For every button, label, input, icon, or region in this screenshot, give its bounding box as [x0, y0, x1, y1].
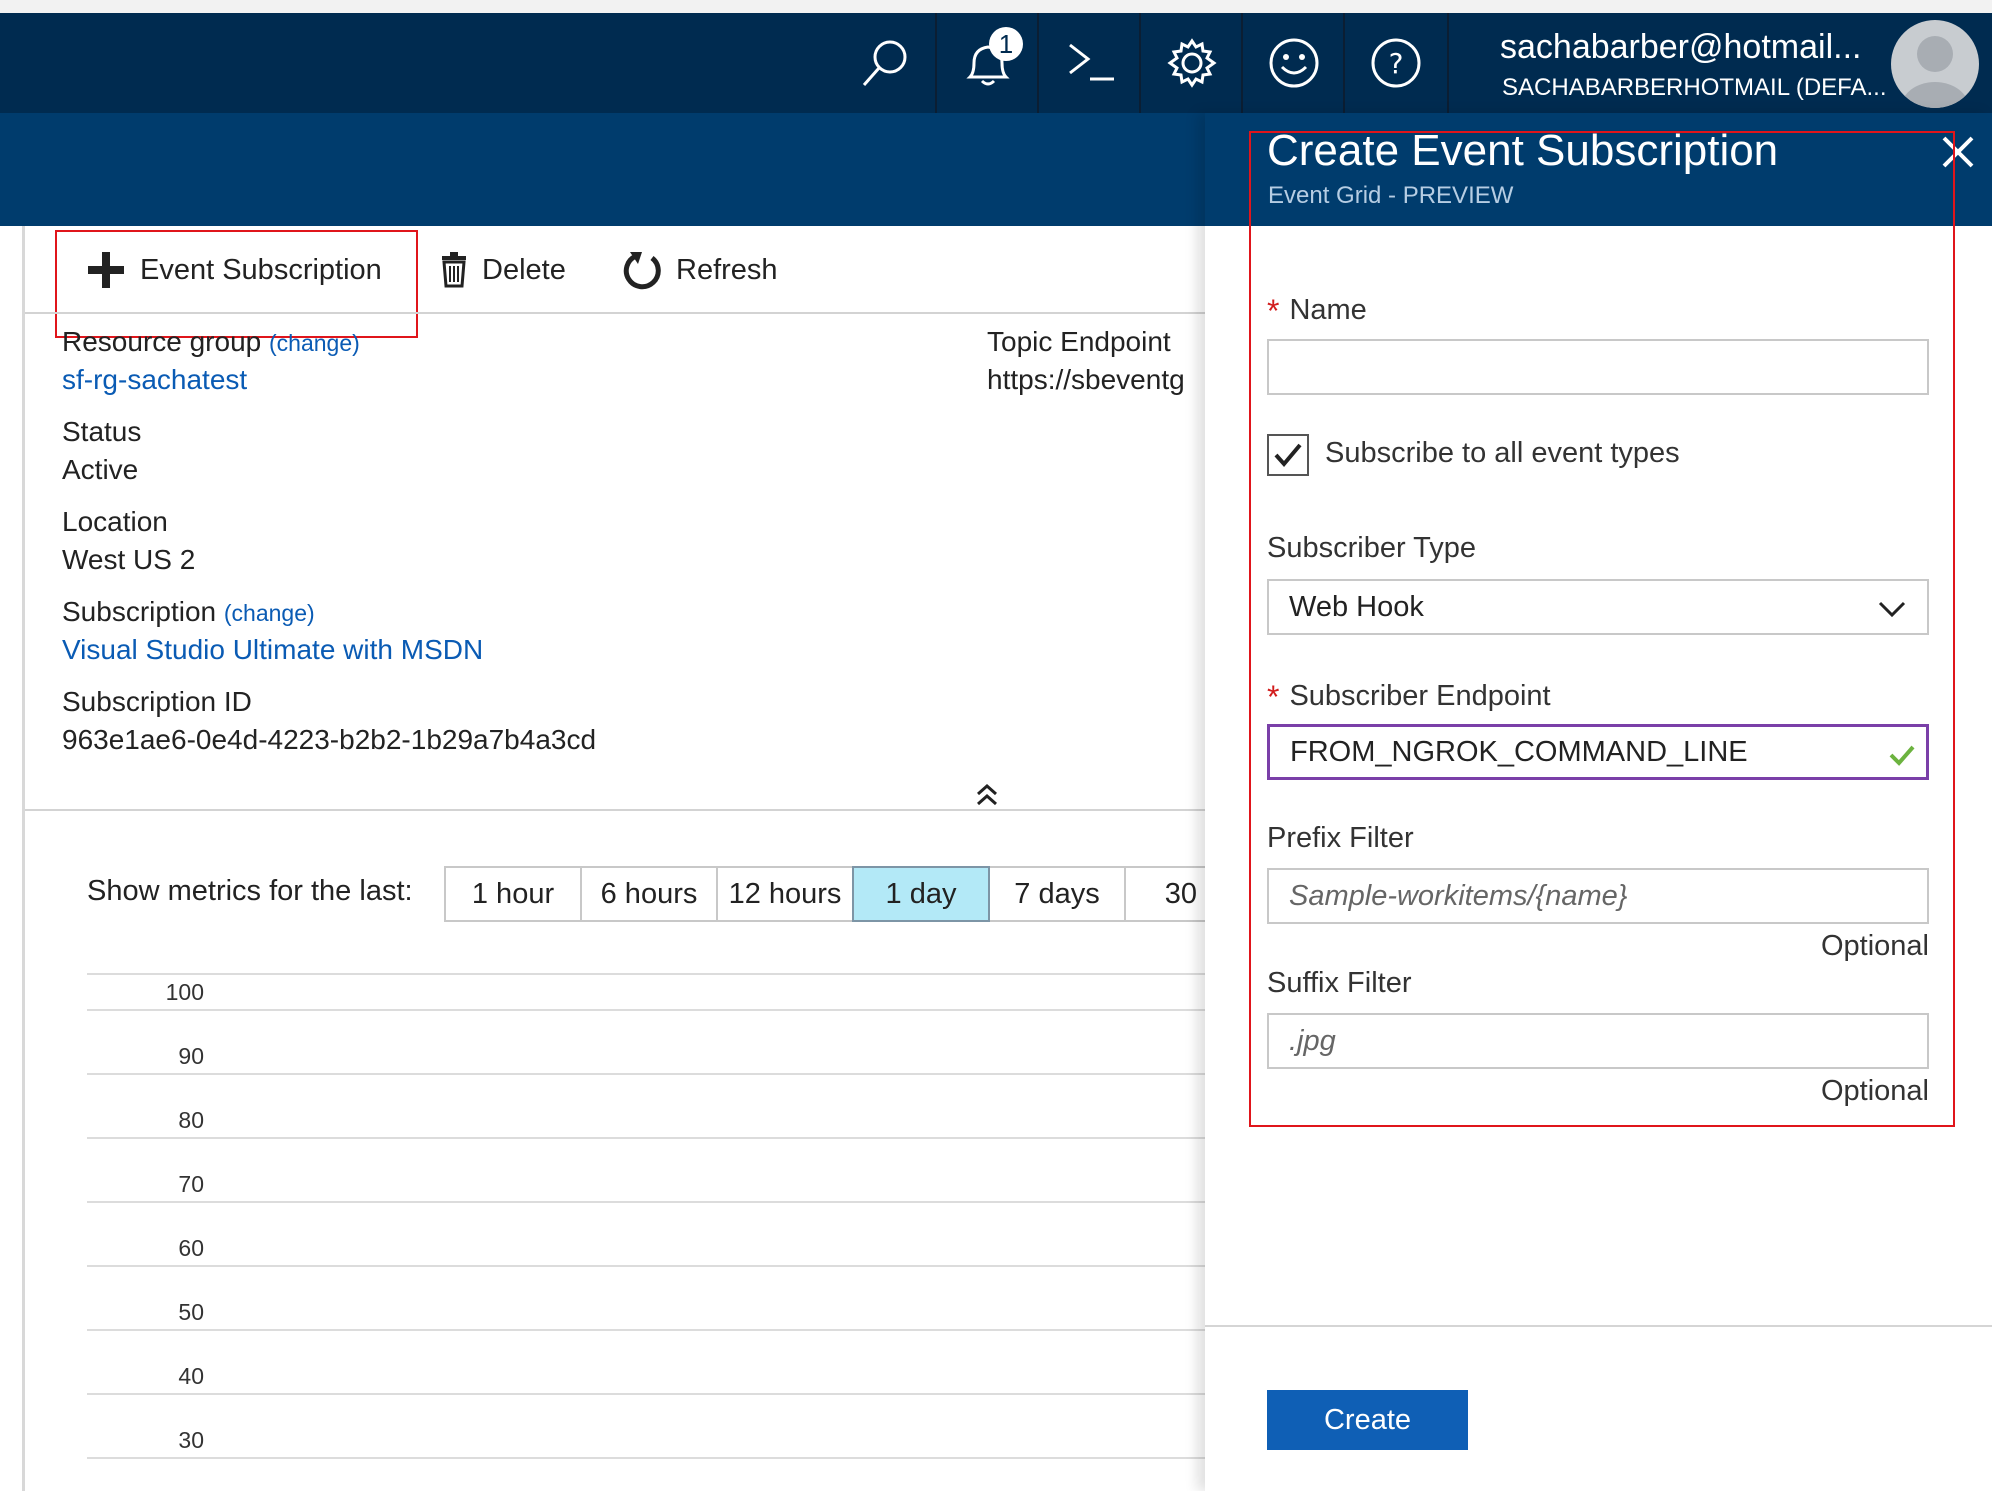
y-tick: 60	[178, 1235, 204, 1261]
annotation-highlight-toolbar	[55, 230, 418, 338]
subscription-value[interactable]: Visual Studio Ultimate with MSDN	[62, 634, 483, 666]
gridline	[87, 1457, 1205, 1459]
blade-footer-divider	[1205, 1325, 1992, 1327]
subscription-label: Subscription (change)	[62, 596, 315, 627]
topic-endpoint-value: https://sbeventg	[987, 364, 1185, 395]
y-tick: 90	[178, 1043, 204, 1069]
resource-group-change-link[interactable]: (change)	[269, 330, 360, 356]
location-value: West US 2	[62, 544, 196, 575]
chart-top-border	[87, 973, 1205, 975]
range-6-hours[interactable]: 6 hours	[580, 866, 718, 922]
resource-group-label: Resource group (change)	[62, 326, 360, 357]
pane-edge	[22, 226, 25, 1491]
notifications-button[interactable]: 1	[937, 13, 1039, 113]
status-label: Status	[62, 416, 142, 447]
essentials-divider	[25, 809, 1205, 811]
delete-label: Delete	[482, 253, 566, 286]
metrics-range-selector: 1 hour 6 hours 12 hours 1 day 7 days 30 …	[444, 866, 1262, 922]
avatar[interactable]	[1891, 20, 1979, 108]
gridline	[87, 1009, 1205, 1011]
collapse-essentials-button[interactable]	[972, 780, 1002, 810]
help-button[interactable]: ?	[1345, 13, 1447, 113]
collapse-icon	[977, 783, 997, 806]
refresh-icon	[623, 252, 661, 290]
delete-button[interactable]: Delete	[440, 246, 566, 294]
gridline	[87, 1393, 1205, 1395]
y-tick: 100	[165, 979, 204, 1005]
settings-button[interactable]	[1141, 13, 1243, 113]
subscription-id-label: Subscription ID	[62, 686, 252, 717]
browser-top-strip	[0, 0, 1992, 13]
y-tick: 40	[178, 1363, 204, 1389]
range-7-days[interactable]: 7 days	[988, 866, 1126, 922]
range-12-hours[interactable]: 12 hours	[716, 866, 854, 922]
metrics-range-label: Show metrics for the last:	[87, 875, 413, 907]
cloud-shell-button[interactable]	[1039, 13, 1141, 113]
user-directory[interactable]: SACHABARBERHOTMAIL (DEFA...	[1502, 74, 1887, 102]
search-icon	[862, 40, 907, 86]
feedback-button[interactable]	[1243, 13, 1345, 113]
user-email[interactable]: sachabarber@hotmail...	[1500, 28, 1861, 67]
notification-badge: 1	[989, 27, 1023, 61]
terminal-icon	[1069, 43, 1114, 81]
gear-icon	[1167, 38, 1217, 88]
topic-endpoint-label: Topic Endpoint	[987, 326, 1171, 357]
gridline	[87, 1073, 1205, 1075]
trash-icon	[442, 252, 466, 288]
resource-group-value[interactable]: sf-rg-sachatest	[62, 364, 247, 396]
range-1-day[interactable]: 1 day	[852, 866, 990, 922]
range-1-hour[interactable]: 1 hour	[444, 866, 582, 922]
gridline	[87, 1201, 1205, 1203]
refresh-button[interactable]: Refresh	[622, 246, 778, 294]
y-tick: 80	[178, 1107, 204, 1133]
toolbar-divider	[25, 312, 1205, 314]
y-tick: 70	[178, 1171, 204, 1197]
search-button[interactable]	[835, 13, 937, 113]
annotation-highlight-form	[1249, 131, 1955, 1127]
status-value: Active	[62, 454, 139, 485]
svg-text:?: ?	[1389, 47, 1404, 80]
y-tick: 30	[178, 1427, 204, 1453]
smiley-icon	[1269, 38, 1319, 88]
y-tick: 50	[178, 1299, 204, 1325]
notification-count: 1	[998, 28, 1014, 59]
gridline	[87, 1329, 1205, 1331]
create-button[interactable]: Create	[1267, 1390, 1468, 1450]
gridline	[87, 1265, 1205, 1267]
location-label: Location	[62, 506, 168, 537]
help-icon: ?	[1371, 38, 1421, 88]
subscription-id-value: 963e1ae6-0e4d-4223-b2b2-1b29a7b4a3cd	[62, 724, 597, 755]
gridline	[87, 1137, 1205, 1139]
subscription-change-link[interactable]: (change)	[224, 600, 315, 626]
refresh-label: Refresh	[676, 253, 778, 286]
